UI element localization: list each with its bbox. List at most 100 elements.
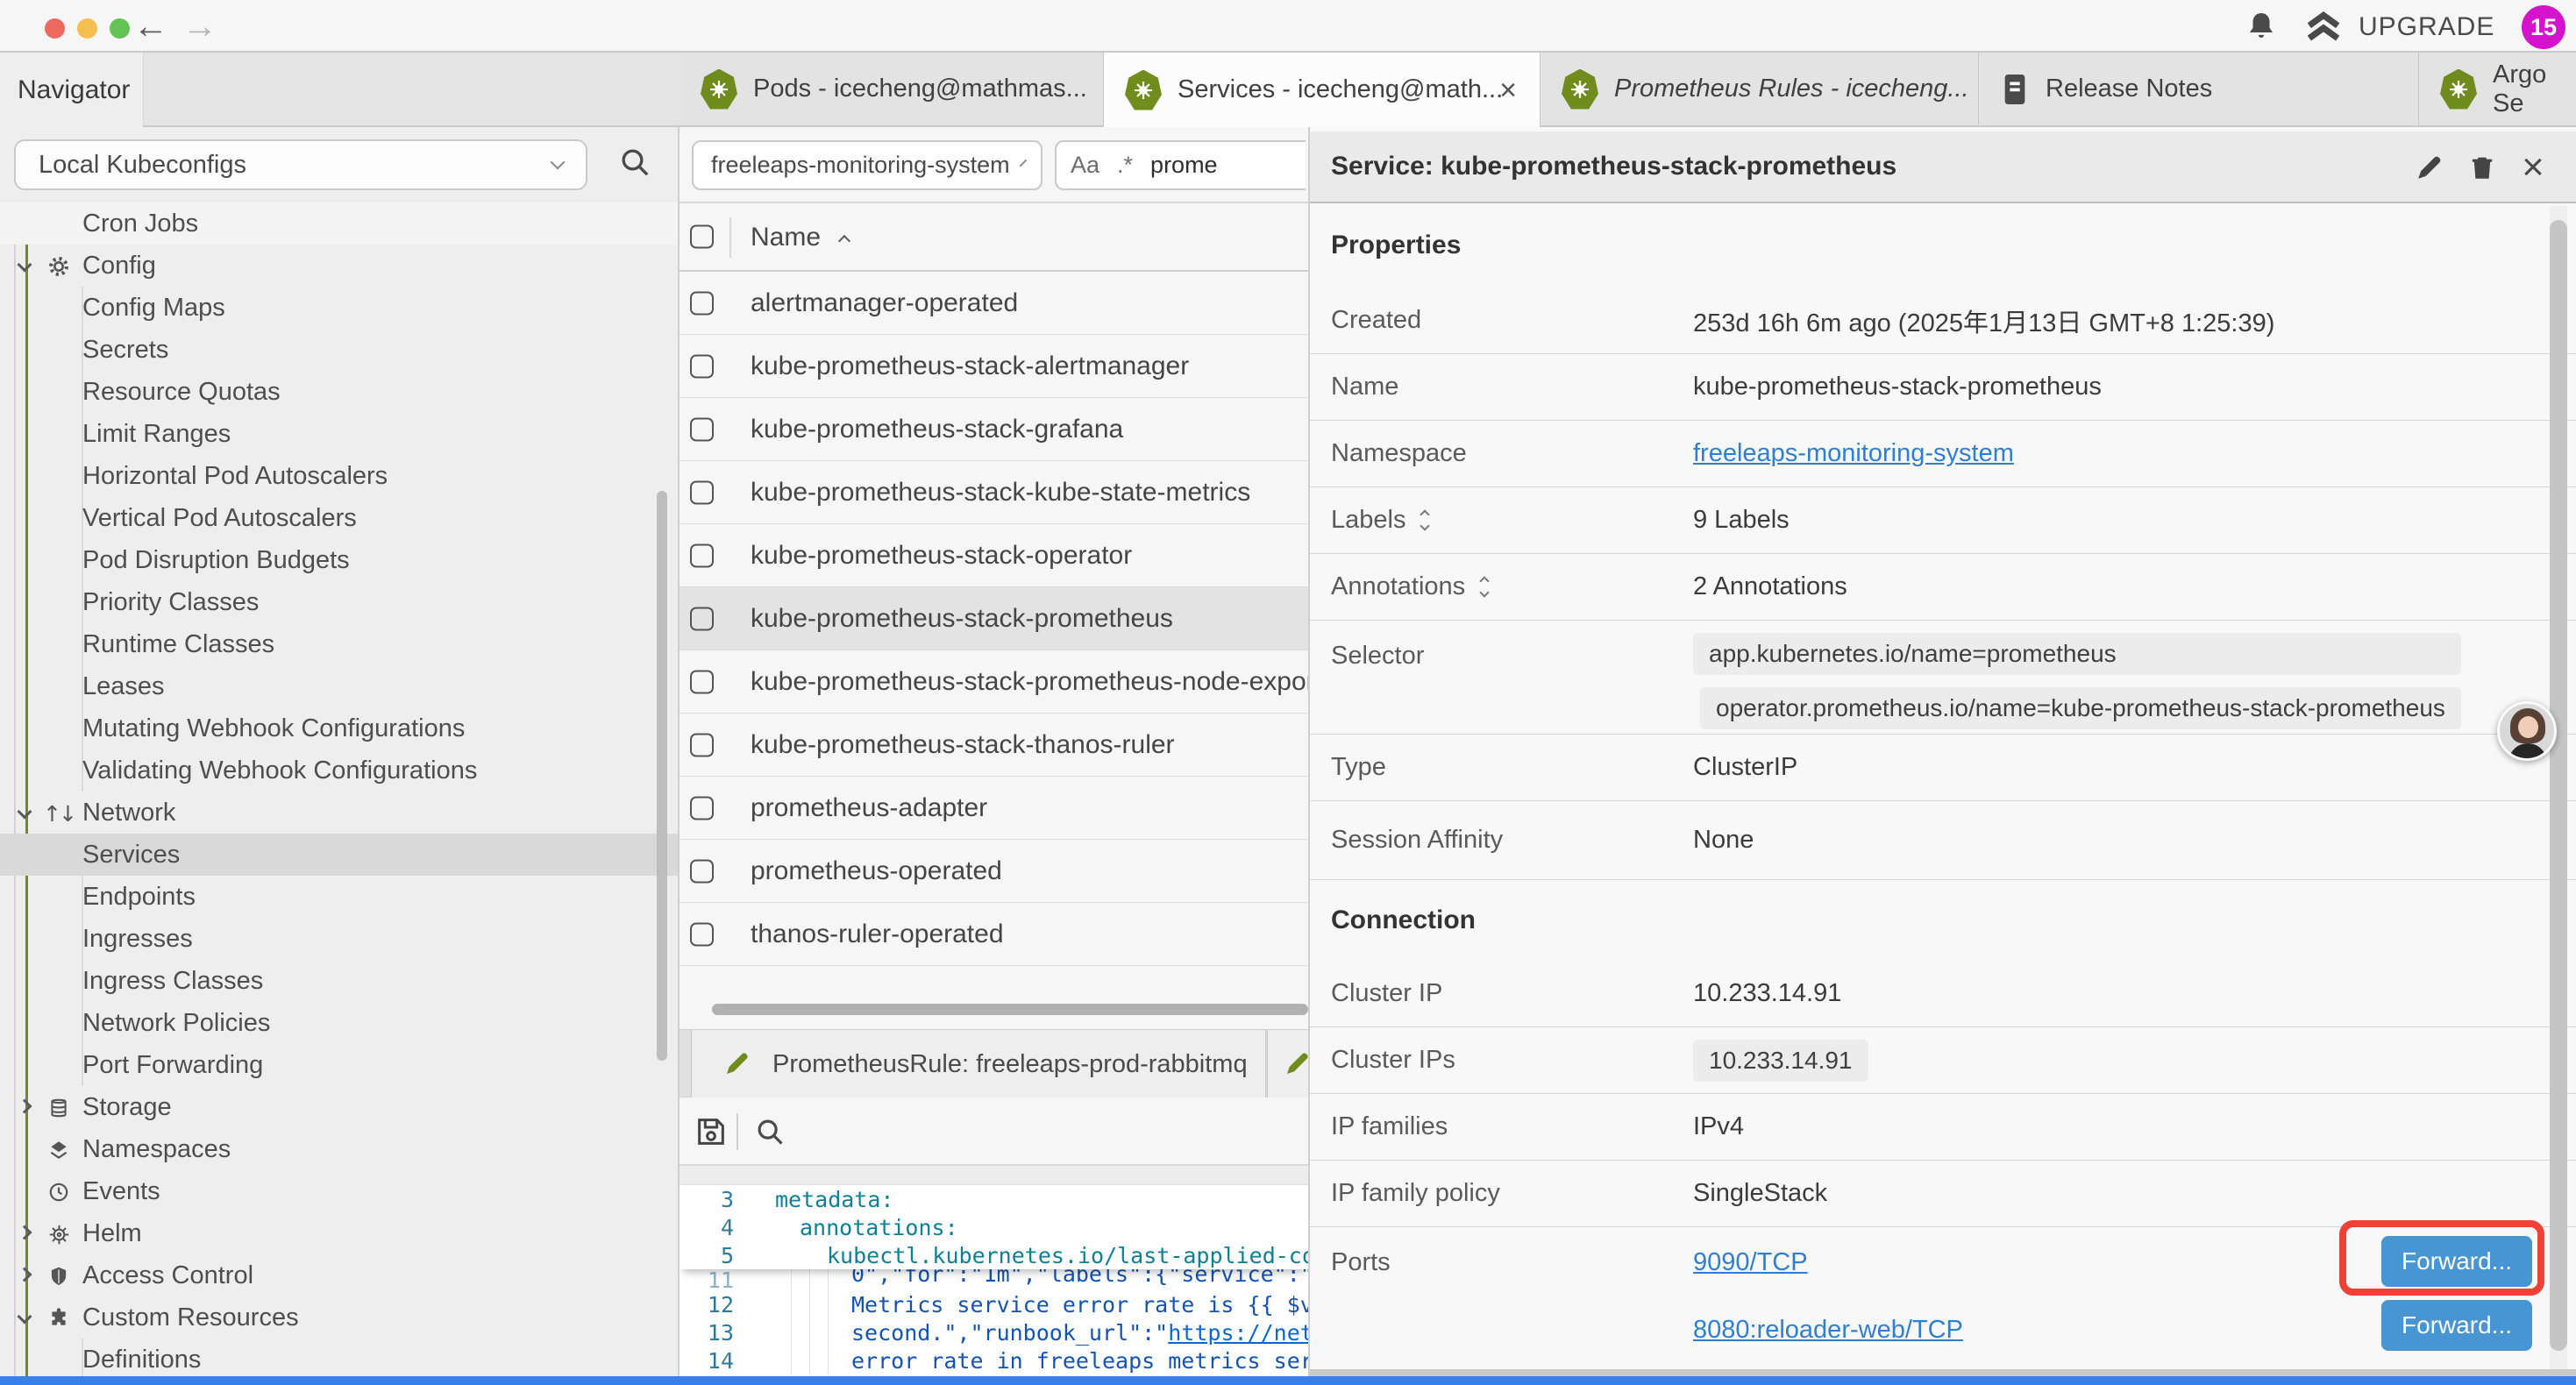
save-icon[interactable] bbox=[694, 1114, 729, 1149]
property-value[interactable]: 9 Labels bbox=[1693, 506, 1790, 535]
editor-tab-next[interactable] bbox=[1267, 1030, 1308, 1098]
port-link[interactable]: 8080:reloader-web/TCP bbox=[1693, 1316, 1963, 1345]
tab-prometheus-rules[interactable]: Prometheus Rules - icecheng... bbox=[1541, 53, 1979, 125]
sidebar-item-resource-quotas[interactable]: Resource Quotas bbox=[0, 371, 680, 413]
sidebar-item-storage[interactable]: Storage bbox=[0, 1086, 680, 1128]
yaml-editor[interactable]: 3 metadata: 4 annotations: 5 kubectl.kub… bbox=[680, 1166, 1308, 1376]
row-checkbox[interactable] bbox=[690, 796, 714, 820]
sidebar-item-leases[interactable]: Leases bbox=[0, 665, 680, 707]
sidebar-scrollbar[interactable] bbox=[657, 491, 667, 1061]
sidebar-item-events[interactable]: Events bbox=[0, 1170, 680, 1212]
detail-scrollbar-thumb[interactable] bbox=[2550, 220, 2567, 1351]
tab-navigator[interactable]: Navigator bbox=[0, 53, 143, 127]
minimize-window-button[interactable] bbox=[77, 18, 97, 39]
sidebar-item-secrets[interactable]: Secrets bbox=[0, 329, 680, 371]
row-checkbox[interactable] bbox=[690, 607, 714, 630]
table-row[interactable]: prometheus-operated bbox=[680, 840, 1308, 903]
row-checkbox[interactable] bbox=[690, 543, 714, 567]
sidebar-item-network[interactable]: ↑↓ Network bbox=[0, 792, 680, 834]
delete-trash-icon[interactable] bbox=[2466, 151, 2499, 184]
table-row[interactable]: kube-prometheus-stack-alertmanager bbox=[680, 335, 1308, 398]
sidebar-item-namespaces[interactable]: Namespaces bbox=[0, 1128, 680, 1170]
notifications-bell-icon[interactable] bbox=[2245, 10, 2278, 43]
sidebar-item-config-maps[interactable]: Config Maps bbox=[0, 287, 680, 329]
table-row[interactable]: thanos-ruler-operated bbox=[680, 903, 1308, 966]
sidebar-item-priority-classes[interactable]: Priority Classes bbox=[0, 581, 680, 623]
back-button[interactable]: ← bbox=[133, 7, 168, 46]
sidebar-item-config[interactable]: Config bbox=[0, 245, 680, 287]
upgrade-button[interactable]: UPGRADE bbox=[2359, 12, 2494, 42]
tab-pods[interactable]: Pods - icecheng@mathmas... bbox=[680, 53, 1104, 125]
sidebar-item-validating-webhook-configurations[interactable]: Validating Webhook Configurations bbox=[0, 749, 680, 792]
column-header-name[interactable]: Name bbox=[751, 223, 849, 252]
sidebar-item-custom-resources[interactable]: Custom Resources bbox=[0, 1296, 680, 1339]
table-row[interactable]: kube-prometheus-stack-grafana bbox=[680, 398, 1308, 461]
match-case-toggle[interactable]: Aa bbox=[1071, 152, 1099, 179]
port-link[interactable]: 9090/TCP bbox=[1693, 1248, 1963, 1277]
edit-pencil-icon[interactable] bbox=[2413, 151, 2446, 184]
sidebar-item-label: Services bbox=[0, 841, 180, 870]
row-checkbox[interactable] bbox=[690, 922, 714, 946]
sidebar-item-definitions[interactable]: Definitions bbox=[0, 1339, 680, 1376]
sidebar-item-helm[interactable]: Helm bbox=[0, 1212, 680, 1254]
close-window-button[interactable] bbox=[45, 18, 65, 39]
regex-toggle[interactable]: .* bbox=[1117, 152, 1133, 179]
table-row[interactable]: kube-prometheus-stack-operator bbox=[680, 524, 1308, 587]
expand-collapse-icon[interactable] bbox=[1481, 578, 1488, 596]
table-row[interactable]: kube-prometheus-stack-thanos-ruler bbox=[680, 714, 1308, 777]
close-icon[interactable]: × bbox=[2516, 151, 2550, 184]
row-checkbox[interactable] bbox=[690, 670, 714, 693]
runbook-url-link[interactable]: https://net bbox=[1168, 1320, 1308, 1346]
table-row[interactable]: kube-prometheus-stack-kube-state-metrics bbox=[680, 461, 1308, 524]
namespace-filter-select[interactable]: freeleaps-monitoring-system bbox=[692, 140, 1042, 190]
row-checkbox[interactable] bbox=[690, 733, 714, 756]
tab-label: Services - icecheng@math... bbox=[1178, 75, 1503, 104]
profile-badge[interactable]: 15 bbox=[2522, 5, 2565, 49]
sidebar-item-runtime-classes[interactable]: Runtime Classes bbox=[0, 623, 680, 665]
sidebar-item-mutating-webhook-configurations[interactable]: Mutating Webhook Configurations bbox=[0, 707, 680, 749]
sidebar-item-limit-ranges[interactable]: Limit Ranges bbox=[0, 413, 680, 455]
forward-button[interactable]: → bbox=[182, 7, 217, 46]
row-checkbox[interactable] bbox=[690, 859, 714, 883]
sidebar-item-pod-disruption-budgets[interactable]: Pod Disruption Budgets bbox=[0, 539, 680, 581]
select-all-checkbox[interactable] bbox=[690, 225, 714, 249]
row-checkbox[interactable] bbox=[690, 291, 714, 315]
sidebar-item-horizontal-pod-autoscalers[interactable]: Horizontal Pod Autoscalers bbox=[0, 455, 680, 497]
maximize-window-button[interactable] bbox=[110, 18, 130, 39]
property-value[interactable]: 2 Annotations bbox=[1693, 572, 1847, 601]
table-row-selected[interactable]: kube-prometheus-stack-prometheus bbox=[680, 587, 1308, 650]
sidebar-item-services[interactable]: Services bbox=[0, 834, 680, 876]
row-checkbox[interactable] bbox=[690, 354, 714, 378]
assistant-avatar[interactable] bbox=[2497, 701, 2557, 761]
editor-tab-prometheusrule[interactable]: PrometheusRule: freeleaps-prod-rabbitmq bbox=[691, 1030, 1266, 1098]
table-row[interactable]: prometheus-adapter bbox=[680, 777, 1308, 840]
close-tab-icon[interactable]: × bbox=[1499, 75, 1517, 105]
sidebar-item-access-control[interactable]: Access Control bbox=[0, 1254, 680, 1296]
sidebar-item-network-policies[interactable]: Network Policies bbox=[0, 1002, 680, 1044]
column-divider[interactable] bbox=[729, 217, 731, 258]
sidebar-item-port-forwarding[interactable]: Port Forwarding bbox=[0, 1044, 680, 1086]
table-row[interactable]: kube-prometheus-stack-prometheus-node-ex… bbox=[680, 650, 1308, 714]
table-row[interactable]: alertmanager-operated bbox=[680, 272, 1308, 335]
sidebar-item-ingress-classes[interactable]: Ingress Classes bbox=[0, 960, 680, 1002]
editor-search-icon[interactable] bbox=[753, 1115, 786, 1148]
namespace-link[interactable]: freeleaps-monitoring-system bbox=[1693, 439, 2014, 468]
horizontal-scrollbar[interactable] bbox=[712, 1004, 1308, 1015]
sidebar-search-icon[interactable] bbox=[617, 145, 652, 180]
row-checkbox[interactable] bbox=[690, 480, 714, 504]
yaml-string: second.","runbook_url":" bbox=[734, 1320, 1168, 1346]
row-checkbox[interactable] bbox=[690, 417, 714, 441]
forward-port-button[interactable]: Forward... bbox=[2381, 1300, 2532, 1351]
tab-services[interactable]: Services - icecheng@math... × bbox=[1104, 53, 1541, 127]
sidebar-item-vertical-pod-autoscalers[interactable]: Vertical Pod Autoscalers bbox=[0, 497, 680, 539]
expand-collapse-icon[interactable] bbox=[1421, 511, 1428, 529]
upgrade-chevrons-icon[interactable] bbox=[2304, 11, 2343, 43]
sidebar-item-cron-jobs[interactable]: Cron Jobs bbox=[0, 202, 680, 245]
name-filter-input[interactable]: Aa .* prome bbox=[1055, 140, 1306, 190]
tab-argo[interactable]: Argo Se bbox=[2419, 53, 2565, 125]
sidebar-item-label: Limit Ranges bbox=[0, 420, 231, 449]
kubeconfig-selector[interactable]: Local Kubeconfigs bbox=[14, 139, 587, 190]
sidebar-item-endpoints[interactable]: Endpoints bbox=[0, 876, 680, 918]
tab-release-notes[interactable]: Release Notes bbox=[1979, 53, 2419, 125]
sidebar-item-ingresses[interactable]: Ingresses bbox=[0, 918, 680, 960]
